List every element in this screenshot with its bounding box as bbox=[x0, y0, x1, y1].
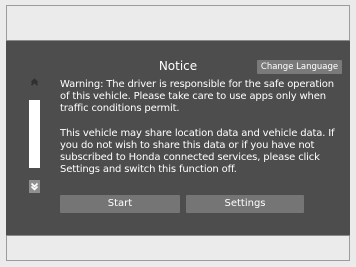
chevron-down-icon bbox=[29, 180, 40, 193]
start-button[interactable]: Start bbox=[60, 195, 180, 213]
chevron-up-icon bbox=[29, 78, 40, 89]
notice-message: Warning: The driver is responsible for t… bbox=[60, 79, 342, 177]
change-language-button[interactable]: Change Language bbox=[257, 60, 342, 74]
data-sharing-paragraph: This vehicle may share location data and… bbox=[60, 127, 335, 176]
scrollbar[interactable] bbox=[29, 78, 40, 195]
notice-dialog: Notice Change Language Warning: The driv… bbox=[6, 40, 350, 236]
scroll-up-arrow[interactable] bbox=[29, 78, 40, 89]
settings-button[interactable]: Settings bbox=[186, 195, 304, 213]
warning-paragraph: Warning: The driver is responsible for t… bbox=[60, 79, 334, 115]
scrollbar-thumb[interactable] bbox=[29, 100, 40, 168]
scroll-down-arrow[interactable] bbox=[29, 180, 40, 193]
